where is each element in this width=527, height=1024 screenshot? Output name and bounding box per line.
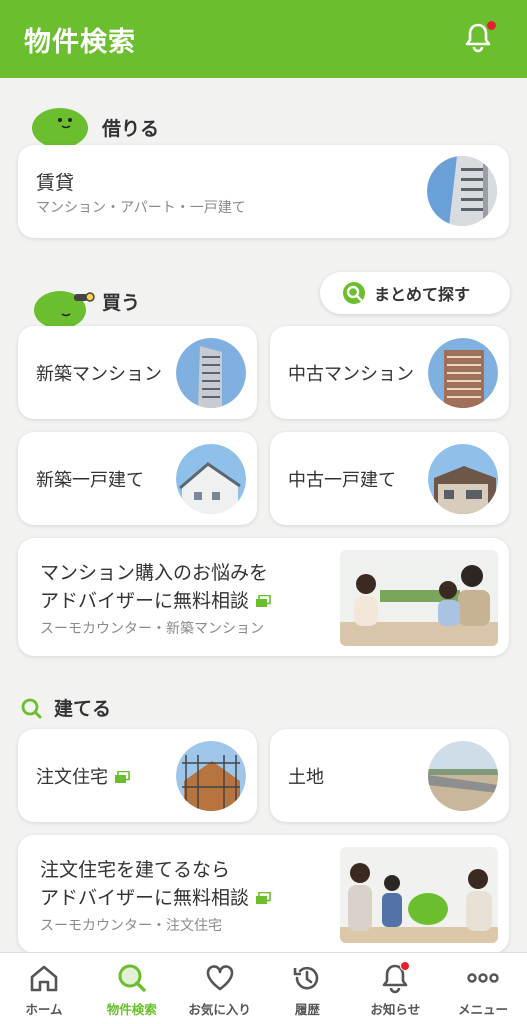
section-title-rent: 借りる	[102, 118, 160, 140]
tile-label: 中古マンション	[288, 364, 414, 385]
external-link-icon	[256, 595, 271, 607]
tile-label: 土地	[288, 767, 324, 788]
construction-photo	[176, 741, 246, 811]
search-icon	[343, 282, 365, 304]
app-header: 物件検索	[0, 0, 527, 78]
land-photo	[428, 741, 498, 811]
build-counselor-promo[interactable]: 注文住宅を建てるなら アドバイザーに無料相談 スーモカウンター・注文住宅	[18, 835, 509, 952]
bottom-nav: ホーム 物件検索 お気に入り 履歴 お知らせ メニュー	[0, 952, 527, 1024]
buy-counselor-promo[interactable]: マンション購入のお悩みを アドバイザーに無料相談 スーモカウンター・新築マンショ…	[18, 538, 509, 656]
tile-new-house[interactable]: 新築一戸建て	[18, 432, 257, 525]
section-title-buy: 買う	[102, 292, 141, 314]
nav-menu[interactable]: メニュー	[439, 953, 527, 1024]
main-content: 借りる 賃貸 マンション・アパート・一戸建て 買う まとめて探す 新築マンション	[0, 78, 527, 952]
promo-line2: アドバイザーに無料相談	[40, 586, 271, 613]
mascot-icon	[32, 108, 88, 146]
nav-history[interactable]: 履歴	[263, 953, 351, 1024]
promo-line2: アドバイザーに無料相談	[40, 883, 271, 910]
counseling-photo	[340, 550, 498, 646]
bulk-search-label: まとめて探す	[374, 285, 471, 304]
apartment-photo	[427, 156, 497, 226]
family-counseling-photo	[340, 847, 498, 943]
tile-label: 新築マンション	[36, 364, 162, 385]
rent-card-title: 賃貸	[36, 172, 75, 194]
more-icon	[467, 973, 499, 983]
tile-label: 新築一戸建て	[36, 470, 144, 491]
notification-badge	[486, 20, 497, 31]
external-link-icon	[256, 892, 271, 904]
external-link-icon	[115, 771, 130, 783]
tile-new-mansion[interactable]: 新築マンション	[18, 326, 257, 419]
tile-used-mansion[interactable]: 中古マンション	[270, 326, 509, 419]
promo-subtitle: スーモカウンター・注文住宅	[40, 918, 222, 934]
nav-notifications[interactable]: お知らせ	[351, 953, 439, 1024]
page-title: 物件検索	[24, 26, 136, 58]
promo-line1: 注文住宅を建てるなら	[40, 859, 231, 881]
rent-card-subtitle: マンション・アパート・一戸建て	[36, 200, 246, 216]
tile-land[interactable]: 土地	[270, 729, 509, 822]
search-icon	[118, 964, 146, 992]
nav-search[interactable]: 物件検索	[88, 953, 176, 1024]
nav-home[interactable]: ホーム	[0, 953, 88, 1024]
notification-button[interactable]	[461, 20, 497, 56]
section-title-build: 建てる	[54, 698, 112, 720]
history-icon	[294, 966, 319, 990]
used-house-photo	[428, 444, 498, 514]
rent-card[interactable]: 賃貸 マンション・アパート・一戸建て	[18, 145, 509, 238]
heart-icon	[206, 965, 233, 991]
nav-favorites[interactable]: お気に入り	[176, 953, 264, 1024]
home-icon	[30, 965, 58, 992]
promo-line1: マンション購入のお悩みを	[40, 562, 269, 584]
search-outline-icon	[21, 698, 42, 718]
tile-label: 中古一戸建て	[288, 470, 396, 491]
tile-used-house[interactable]: 中古一戸建て	[270, 432, 509, 525]
new-house-photo	[176, 444, 246, 514]
tile-custom-house[interactable]: 注文住宅	[18, 729, 257, 822]
mascot-binoculars-icon	[34, 291, 95, 329]
promo-subtitle: スーモカウンター・新築マンション	[40, 621, 264, 637]
new-mansion-photo	[176, 338, 246, 408]
tile-label: 注文住宅	[36, 763, 130, 789]
used-mansion-photo	[428, 338, 498, 408]
bulk-search-button[interactable]: まとめて探す	[320, 272, 510, 314]
